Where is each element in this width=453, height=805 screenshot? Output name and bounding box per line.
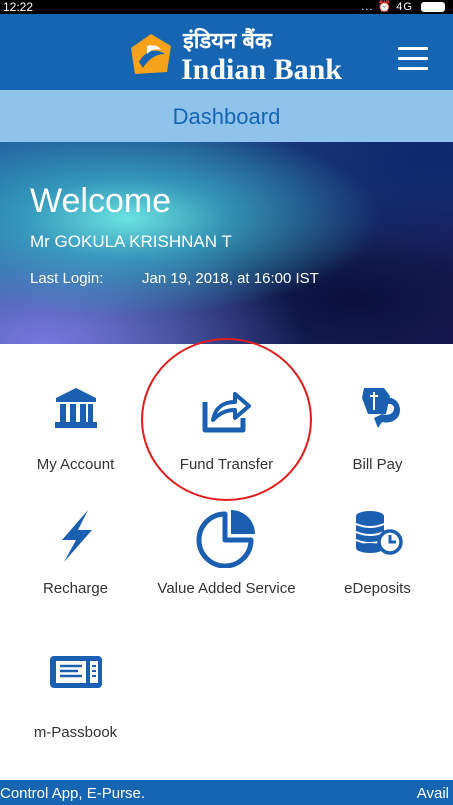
welcome-heading: Welcome (30, 182, 172, 220)
tile-label: m-Passbook (33, 724, 118, 741)
status-bar: 12:22 ... ⏰ 4G (0, 0, 453, 14)
user-name: Mr GOKULA KRISHNAN T (30, 232, 232, 251)
tile-label: eDeposits (344, 580, 411, 597)
tile-label: Recharge (42, 580, 109, 597)
dashboard-bar: Dashboard (0, 90, 453, 142)
welcome-banner: Welcome Mr GOKULA KRISHNAN T Last Login:… (0, 142, 453, 344)
tile-my-account[interactable]: My Account (0, 384, 151, 504)
ticker-text-right: Avail (416, 785, 449, 802)
status-indicators-text: ... ⏰ 4G (361, 1, 413, 13)
brand-name-english: Indian Bank (181, 53, 342, 86)
app-header: इंडियन बैंक Indian Bank (0, 14, 453, 90)
tile-fund-transfer[interactable]: Fund Transfer (151, 384, 302, 504)
tile-recharge[interactable]: Recharge (0, 508, 151, 628)
last-login-label: Last Login: (30, 270, 104, 287)
tile-bill-pay[interactable]: Bill Pay (302, 384, 453, 504)
passbook-icon (49, 656, 102, 688)
battery-icon (421, 2, 445, 13)
indian-bank-logo-icon (131, 34, 171, 74)
tile-m-passbook[interactable]: m-Passbook (0, 652, 151, 772)
tile-label: Fund Transfer (179, 456, 274, 473)
lightning-bolt-icon (61, 510, 92, 562)
tile-value-added-service[interactable]: Value Added Service (151, 508, 302, 628)
tile-label: Bill Pay (352, 456, 403, 473)
tile-label: Value Added Service (157, 580, 296, 597)
ticker-text-left: Control App, E-Purse. (0, 785, 146, 802)
bill-pay-icon (361, 388, 400, 428)
share-arrow-icon (202, 392, 251, 433)
tile-edeposits[interactable]: eDeposits (302, 508, 453, 628)
status-indicators: ... ⏰ 4G (361, 0, 445, 14)
page-title: Dashboard (172, 104, 281, 129)
tile-label: My Account (36, 456, 115, 473)
status-time: 12:22 (3, 0, 34, 14)
hamburger-menu-icon[interactable] (398, 47, 428, 73)
pie-chart-icon (196, 510, 255, 568)
brand-name-hindi: इंडियन बैंक (183, 28, 272, 53)
news-ticker: Control App, E-Purse. Avail (0, 780, 453, 805)
coins-clock-icon (355, 511, 403, 555)
last-login-value: Jan 19, 2018, at 16:00 IST (142, 270, 319, 287)
bank-building-icon (54, 388, 97, 428)
